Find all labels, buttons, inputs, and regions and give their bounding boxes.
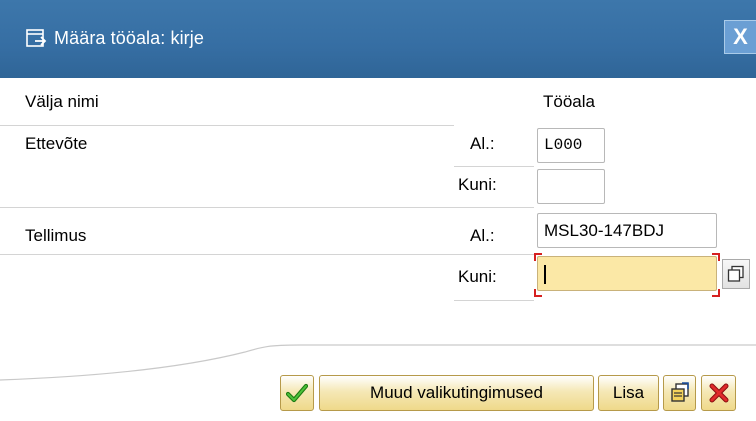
required-marker [712,253,720,261]
company-to-label: Kuni: [458,175,497,194]
close-button[interactable]: X [724,20,756,54]
multiple-selection-icon [670,382,689,402]
order-from-input[interactable]: MSL30-147BDJ [537,213,717,248]
company-from-label: Al.: [470,134,495,153]
cancel-button[interactable] [701,375,736,411]
company-to-input[interactable] [537,169,605,204]
row-divider [454,166,534,167]
confirm-button[interactable] [280,375,314,411]
row-divider [0,125,454,126]
row-divider [0,207,534,208]
text-cursor [544,265,546,284]
dialog-title: Määra tööala: kirje [54,28,204,48]
order-to-input[interactable] [537,256,717,291]
company-from-input[interactable]: L000 [537,128,605,163]
order-from-label: Al.: [470,226,495,245]
row-divider [454,300,534,301]
dialog-body: Välja nimi Tööala Ettevõte Al.: L000 Kun… [0,78,756,421]
more-conditions-button[interactable]: Muud valikutingimused [319,375,594,411]
required-marker [712,289,720,297]
field-name-company: Ettevõte [25,134,88,153]
add-button[interactable]: Lisa [598,375,659,411]
value-help-icon [727,265,744,282]
order-to-label: Kuni: [458,267,497,286]
cancel-icon [709,383,728,403]
header-work-area: Tööala [543,92,595,111]
close-icon: X [733,24,748,49]
dialog-titlebar: Määra tööala: kirje X [0,0,756,78]
dialog-window-icon [26,29,47,47]
required-marker [534,253,542,261]
header-field-name: Välja nimi [25,92,99,111]
checkmark-icon [286,383,308,403]
row-divider [0,254,534,255]
value-help-button[interactable] [722,259,750,289]
multiple-selection-button[interactable] [663,375,696,411]
field-name-order: Tellimus [25,226,87,245]
required-marker [534,289,542,297]
